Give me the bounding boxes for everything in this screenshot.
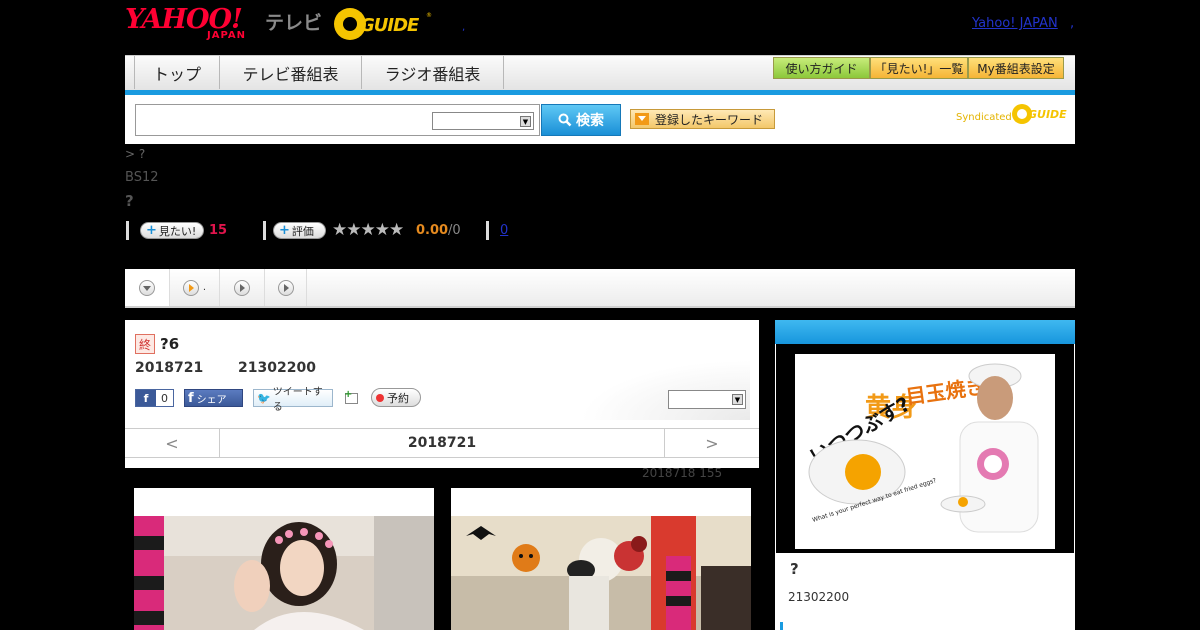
chevron-down-icon: ▼ [520, 116, 531, 127]
reserve-button[interactable]: 予約 [371, 388, 421, 407]
episode-time: 21302200 [238, 360, 316, 376]
search-button[interactable]: 検索 [541, 104, 621, 136]
ended-badge: 終 [135, 334, 155, 354]
facebook-like-count: 0 [161, 391, 168, 405]
search-button-label: 検索 [576, 113, 604, 129]
registered-keywords-button[interactable]: 登録したキーワード [630, 109, 775, 129]
episode-photo-1[interactable] [134, 488, 434, 630]
divider [486, 221, 489, 240]
want-list-button[interactable]: 「見たい!」一覧 [870, 57, 968, 79]
plus-icon: + [146, 223, 157, 238]
syndicated-text: Syndicated [956, 112, 1012, 123]
tweet-button[interactable]: 🐦 ツイートする [253, 387, 333, 413]
episode-photo-2[interactable] [451, 488, 751, 630]
tab-episodes[interactable]: . [170, 269, 220, 306]
gguide-logo-text: GUIDE [360, 15, 419, 36]
record-dot-icon [376, 393, 384, 402]
side-program-time: 21302200 [788, 590, 850, 604]
divider [263, 221, 266, 240]
tweet-label: ツイートする [272, 387, 323, 413]
gguide-logo[interactable]: GUIDE ® [334, 6, 434, 42]
down-circle-icon [139, 279, 155, 296]
date-navigation: < 2018721 > [125, 428, 759, 458]
program-title: ? [125, 192, 134, 210]
plus-icon: + [279, 223, 290, 238]
channel-name: BS12 [125, 170, 159, 185]
yahoo-japan-logo[interactable]: YAHOO! JAPAN [125, 6, 263, 42]
nav-tab-tv-listings[interactable]: テレビ番組表 [220, 56, 362, 89]
facebook-icon: f [136, 390, 156, 406]
nav-tab-radio-listings[interactable]: ラジオ番組表 [362, 56, 504, 89]
header-dot: , [462, 22, 466, 33]
play-circle-icon [182, 279, 199, 296]
side-program-name: ? [790, 560, 799, 578]
rating-stars: ★★★★★ [332, 220, 404, 240]
search-icon [558, 113, 572, 127]
updated-timestamp: 2018718 155 [642, 466, 723, 480]
next-date-button[interactable]: > [664, 429, 759, 457]
recorder-select[interactable]: ▼ [668, 390, 746, 409]
reserve-label: 予約 [387, 391, 409, 405]
play-circle-icon [277, 279, 294, 296]
dropdown-triangle-icon [635, 113, 649, 125]
yahoo-japan-link[interactable]: Yahoo! JAPAN [972, 16, 1058, 31]
registered-keywords-label: 登録したキーワード [655, 112, 764, 127]
comment-count-link[interactable]: 0 [500, 223, 508, 238]
twitter-bird-icon: 🐦 [257, 391, 271, 405]
facebook-share-label: シェア [196, 394, 227, 406]
rate-button-label: 評価 [291, 224, 314, 238]
program-poster[interactable]: 黄身 目玉焼きの いつつぶす? What is your perfect way… [795, 354, 1055, 549]
facebook-like-button[interactable]: f 0 [135, 389, 174, 407]
rate-button[interactable]: + 評価 [273, 222, 326, 239]
side-panel-header [775, 320, 1075, 344]
episode-date: 2018721 [135, 360, 204, 376]
breadcrumb[interactable]: > ? [125, 147, 145, 161]
plus-icon: + [344, 389, 353, 400]
yahoo-link-dot: , [1070, 16, 1075, 31]
divider [126, 221, 129, 240]
tab-overview[interactable] [125, 269, 170, 306]
tab-reviews[interactable] [265, 269, 307, 306]
episode-title: ?6 [160, 335, 180, 353]
rating-count: /0 [448, 223, 461, 238]
current-date: 2018721 [407, 435, 477, 451]
guide-button[interactable]: 使い方ガイド [773, 57, 870, 79]
rating-value: 0.00 [416, 223, 449, 238]
poster-artwork: 黄身 目玉焼きの いつつぶす? What is your perfect way… [795, 354, 1055, 549]
my-listings-settings-button[interactable]: My番組表設定 [968, 57, 1064, 79]
add-calendar-icon[interactable]: + [344, 389, 360, 405]
syndicated-logo: GUIDE [1012, 104, 1067, 124]
syndicated-gguide-logo: Syndicated GUIDE [956, 104, 1068, 128]
side-accent-bar [780, 622, 783, 630]
facebook-icon: f [188, 390, 194, 406]
search-genre-select[interactable]: ▼ [432, 112, 534, 130]
syndicated-logo-text: GUIDE [1028, 108, 1067, 121]
tab-episodes-label: . [202, 282, 207, 293]
want-count: 15 [209, 223, 228, 238]
play-circle-icon [234, 279, 250, 296]
want-button[interactable]: + 見たい! [140, 222, 204, 239]
nav-tab-top[interactable]: トップ [134, 56, 220, 89]
tv-label[interactable]: テレビ [265, 8, 322, 35]
tab-cast[interactable] [220, 269, 265, 306]
want-button-label: 見たい! [158, 224, 197, 238]
prev-date-button[interactable]: < [125, 429, 220, 457]
photo-woman-bride [134, 516, 434, 630]
gguide-registered-mark: ® [426, 12, 432, 19]
content-tab-strip: . [125, 269, 1075, 308]
photo-halloween-scene [451, 516, 751, 630]
yahoo-logo-sub: JAPAN [207, 30, 246, 41]
facebook-share-button[interactable]: f シェア [184, 389, 243, 407]
chevron-down-icon: ▼ [732, 394, 743, 405]
